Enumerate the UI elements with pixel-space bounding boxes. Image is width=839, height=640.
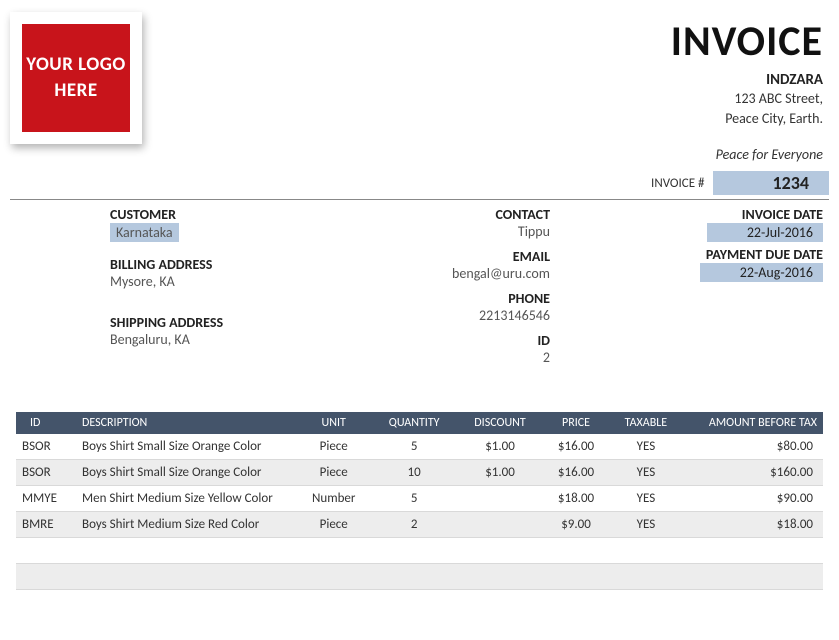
logo-placeholder: YOUR LOGO HERE	[10, 12, 142, 144]
cell-disc	[457, 512, 543, 538]
cell-amt: $90.00	[683, 486, 823, 512]
cell-desc: Men Shirt Medium Size Yellow Color	[76, 486, 296, 512]
cell-unit: Number	[296, 486, 371, 512]
cell-tax: YES	[609, 460, 683, 486]
cell-price: $16.00	[543, 460, 609, 486]
table-header-row: ID DESCRIPTION UNIT QUANTITY DISCOUNT PR…	[16, 412, 823, 434]
email-value: bengal@uru.com	[370, 265, 550, 282]
contact-label: CONTACT	[370, 206, 550, 223]
cell-qty: 5	[371, 486, 456, 512]
invoice-number-value: 1234	[713, 171, 830, 195]
invoice-page: YOUR LOGO HERE INVOICE INDZARA 123 ABC S…	[0, 0, 839, 600]
company-address-line2: Peace City, Earth.	[671, 109, 823, 129]
line-items-table: ID DESCRIPTION UNIT QUANTITY DISCOUNT PR…	[16, 412, 823, 590]
invoice-date-value: 22-Jul-2016	[707, 223, 823, 242]
billing-label: BILLING ADDRESS	[110, 256, 370, 273]
invoice-number-row: INVOICE # 1234	[10, 171, 829, 200]
id-value: 2	[370, 349, 550, 366]
cell-qty: 2	[371, 512, 456, 538]
header-right: INVOICE INDZARA 123 ABC Street, Peace Ci…	[671, 12, 829, 163]
cell-qty: 10	[371, 460, 456, 486]
table-body: BSORBoys Shirt Small Size Orange ColorPi…	[16, 434, 823, 590]
cell-tax: YES	[609, 512, 683, 538]
id-label: ID	[370, 332, 550, 349]
cell-unit: Piece	[296, 460, 371, 486]
shipping-label: SHIPPING ADDRESS	[110, 314, 370, 331]
cell-tax: YES	[609, 486, 683, 512]
company-address-line1: 123 ABC Street,	[671, 89, 823, 109]
cell-price: $18.00	[543, 486, 609, 512]
phone-label: PHONE	[370, 290, 550, 307]
cell-id: BMRE	[16, 512, 76, 538]
customer-label: CUSTOMER	[110, 206, 370, 223]
cell-price: $9.00	[543, 512, 609, 538]
table-row: BSORBoys Shirt Small Size Orange ColorPi…	[16, 434, 823, 460]
info-section: CUSTOMER Karnataka BILLING ADDRESS Mysor…	[10, 200, 829, 372]
invoice-date-label: INVOICE DATE	[550, 206, 823, 223]
invoice-title: INVOICE	[671, 16, 823, 67]
cell-disc	[457, 486, 543, 512]
col-amount: AMOUNT BEFORE TAX	[683, 412, 823, 434]
col-price: PRICE	[543, 412, 609, 434]
cell-desc: Boys Shirt Small Size Orange Color	[76, 460, 296, 486]
cell-id: BSOR	[16, 460, 76, 486]
cell-id: MMYE	[16, 486, 76, 512]
cell-disc: $1.00	[457, 460, 543, 486]
cell-disc: $1.00	[457, 434, 543, 460]
shipping-value: Bengaluru, KA	[110, 331, 370, 348]
table-row: BSORBoys Shirt Small Size Orange ColorPi…	[16, 460, 823, 486]
cell-tax: YES	[609, 434, 683, 460]
phone-value: 2213146546	[370, 307, 550, 324]
invoice-number-label: INVOICE #	[651, 176, 704, 191]
logo-text: YOUR LOGO HERE	[22, 24, 130, 132]
cell-id: BSOR	[16, 434, 76, 460]
cell-amt: $160.00	[683, 460, 823, 486]
cell-amt: $80.00	[683, 434, 823, 460]
cell-unit: Piece	[296, 512, 371, 538]
table-row: BMREBoys Shirt Medium Size Red ColorPiec…	[16, 512, 823, 538]
dates-column: INVOICE DATE 22-Jul-2016 PAYMENT DUE DAT…	[550, 204, 829, 372]
due-date-label: PAYMENT DUE DATE	[550, 246, 823, 263]
cell-qty: 5	[371, 434, 456, 460]
col-discount: DISCOUNT	[457, 412, 543, 434]
col-id: ID	[16, 412, 76, 434]
table-row-empty	[16, 564, 823, 590]
col-unit: UNIT	[296, 412, 371, 434]
tagline: Peace for Everyone	[671, 146, 823, 163]
header: YOUR LOGO HERE INVOICE INDZARA 123 ABC S…	[10, 12, 829, 169]
customer-column: CUSTOMER Karnataka BILLING ADDRESS Mysor…	[110, 204, 370, 372]
contact-value: Tippu	[370, 223, 550, 240]
cell-unit: Piece	[296, 434, 371, 460]
contact-column: CONTACT Tippu EMAIL bengal@uru.com PHONE…	[370, 204, 550, 372]
table-row-empty	[16, 538, 823, 564]
line-items-table-wrap: ID DESCRIPTION UNIT QUANTITY DISCOUNT PR…	[10, 412, 829, 590]
company-name: INDZARA	[671, 71, 823, 89]
col-description: DESCRIPTION	[76, 412, 296, 434]
billing-value: Mysore, KA	[110, 273, 370, 290]
customer-value: Karnataka	[110, 223, 179, 242]
due-date-value: 22-Aug-2016	[700, 263, 823, 282]
cell-amt: $18.00	[683, 512, 823, 538]
col-quantity: QUANTITY	[371, 412, 456, 434]
col-taxable: TAXABLE	[609, 412, 683, 434]
cell-desc: Boys Shirt Medium Size Red Color	[76, 512, 296, 538]
table-row: MMYEMen Shirt Medium Size Yellow ColorNu…	[16, 486, 823, 512]
email-label: EMAIL	[370, 248, 550, 265]
cell-desc: Boys Shirt Small Size Orange Color	[76, 434, 296, 460]
cell-price: $16.00	[543, 434, 609, 460]
